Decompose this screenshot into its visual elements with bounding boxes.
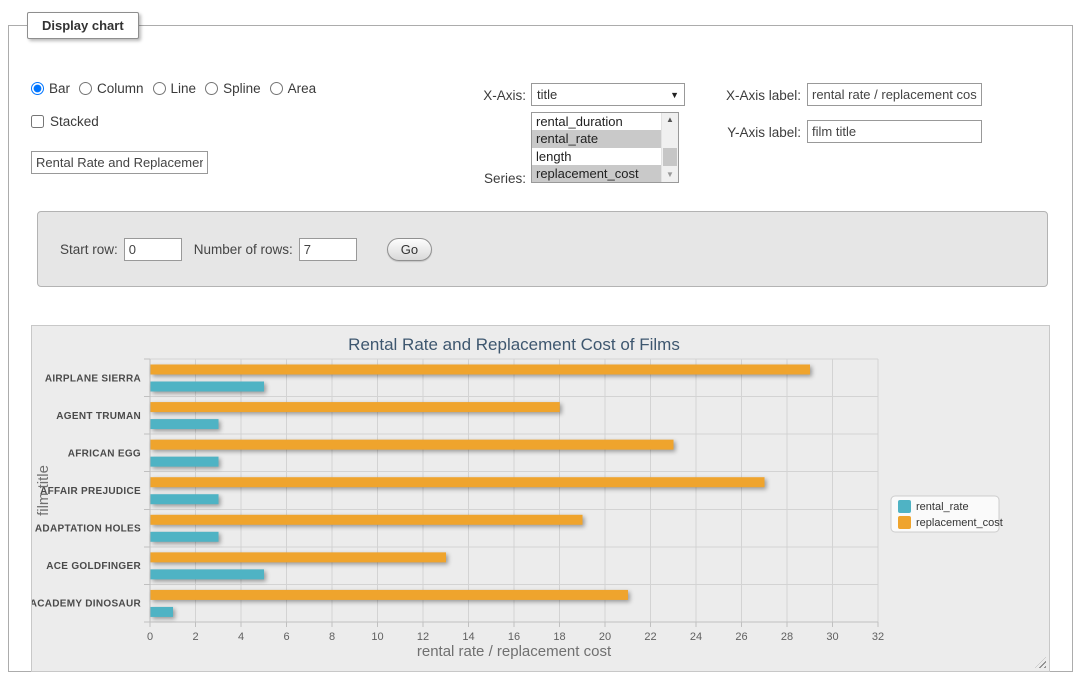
x-tick-label: 24 (690, 631, 702, 643)
bar-replacement_cost[interactable] (151, 552, 447, 562)
chart-type-radio-spline[interactable]: Spline (205, 81, 261, 96)
radio-input-column[interactable] (79, 82, 92, 95)
bar-replacement_cost[interactable] (151, 477, 765, 487)
stacked-row: Stacked (31, 114, 99, 129)
stacked-checkbox[interactable] (31, 115, 44, 128)
fieldset-legend: Display chart (27, 12, 139, 39)
series-option-rental_rate[interactable]: rental_rate (532, 130, 661, 147)
bar-replacement_cost[interactable] (151, 515, 583, 525)
radio-label: Bar (49, 81, 70, 96)
category-label: ACADEMY DINOSAUR (32, 599, 141, 610)
radio-input-line[interactable] (153, 82, 166, 95)
series-scrollbar[interactable]: ▲ ▼ (661, 113, 678, 182)
scroll-down-icon[interactable]: ▼ (662, 168, 678, 182)
start-row-input[interactable] (124, 238, 182, 261)
bar-rental_rate[interactable] (151, 532, 219, 542)
y-axis-label-label: Y-Axis label: (649, 125, 801, 140)
x-tick-label: 30 (826, 631, 838, 643)
bar-rental_rate[interactable] (151, 607, 174, 617)
x-tick-label: 8 (329, 631, 335, 643)
series-option-rental_duration[interactable]: rental_duration (532, 113, 661, 130)
x-tick-label: 20 (599, 631, 611, 643)
bar-rental_rate[interactable] (151, 494, 219, 504)
radio-input-area[interactable] (270, 82, 283, 95)
bar-replacement_cost[interactable] (151, 440, 674, 450)
x-tick-label: 4 (238, 631, 244, 643)
bar-rental_rate[interactable] (151, 457, 219, 467)
series-options-list: rental_durationrental_ratelengthreplacem… (532, 113, 661, 182)
category-label: AIRPLANE SIERRA (45, 373, 141, 384)
x-tick-label: 26 (735, 631, 747, 643)
scrollbar-thumb[interactable] (663, 148, 677, 166)
radio-input-bar[interactable] (31, 82, 44, 95)
num-rows-input[interactable] (299, 238, 357, 261)
chart-container: 02468101214161820222426283032AIRPLANE SI… (31, 325, 1050, 672)
bar-rental_rate[interactable] (151, 569, 265, 579)
legend-swatch (898, 516, 911, 529)
display-chart-fieldset: Display chart Bar Column Line Spline Area St… (8, 12, 1073, 672)
chart-type-radio-bar[interactable]: Bar (31, 81, 70, 96)
chart-type-radio-group: Bar Column Line Spline Area (31, 81, 325, 96)
stacked-label: Stacked (50, 114, 99, 129)
chart-type-radio-line[interactable]: Line (153, 81, 197, 96)
x-tick-label: 18 (553, 631, 565, 643)
legend-swatch (898, 500, 911, 513)
radio-label: Column (97, 81, 144, 96)
go-button[interactable]: Go (387, 238, 432, 261)
category-label: AGENT TRUMAN (56, 411, 141, 422)
chart-title: Rental Rate and Replacement Cost of Film… (348, 335, 680, 354)
x-tick-label: 12 (417, 631, 429, 643)
legend-label: replacement_cost (916, 517, 1003, 529)
x-tick-label: 22 (644, 631, 656, 643)
row-range-panel: Start row: Number of rows: Go (37, 211, 1048, 287)
series-multiselect[interactable]: rental_durationrental_ratelengthreplacem… (531, 112, 679, 183)
series-option-length[interactable]: length (532, 148, 661, 165)
x-tick-label: 2 (192, 631, 198, 643)
chart-type-radio-column[interactable]: Column (79, 81, 144, 96)
x-tick-label: 10 (371, 631, 383, 643)
category-label: AFRICAN EGG (68, 448, 141, 459)
x-tick-label: 16 (508, 631, 520, 643)
chart-title-input[interactable] (31, 151, 208, 174)
series-select-label: Series: (409, 171, 526, 186)
category-label: AFFAIR PREJUDICE (40, 486, 141, 497)
radio-label: Area (288, 81, 317, 96)
category-label: ADAPTATION HOLES (35, 524, 141, 535)
legend-label: rental_rate (916, 501, 969, 513)
x-tick-label: 6 (283, 631, 289, 643)
radio-label: Spline (223, 81, 261, 96)
x-axis-label-input[interactable] (807, 83, 982, 106)
bar-replacement_cost[interactable] (151, 590, 629, 600)
y-axis-label-input[interactable] (807, 120, 982, 143)
category-label: ACE GOLDFINGER (46, 561, 141, 572)
bar-rental_rate[interactable] (151, 419, 219, 429)
legend-item-rental_rate[interactable]: rental_rate (898, 500, 969, 513)
y-axis-title: film title (35, 465, 52, 516)
x-axis-label-label: X-Axis label: (649, 88, 801, 103)
x-tick-label: 0 (147, 631, 153, 643)
start-row-label: Start row: (60, 242, 118, 257)
bar-replacement_cost[interactable] (151, 402, 560, 412)
num-rows-label: Number of rows: (194, 242, 293, 257)
x-axis-title: rental rate / replacement cost (417, 643, 612, 660)
chart-type-radio-area[interactable]: Area (270, 81, 317, 96)
x-tick-label: 14 (462, 631, 474, 643)
radio-input-spline[interactable] (205, 82, 218, 95)
chart-legend: rental_rate replacement_cost (891, 496, 1003, 532)
chart-canvas: 02468101214161820222426283032AIRPLANE SI… (32, 326, 1049, 671)
series-option-replacement_cost[interactable]: replacement_cost (532, 165, 661, 182)
radio-label: Line (171, 81, 197, 96)
bar-replacement_cost[interactable] (151, 365, 811, 375)
x-axis-select-label: X-Axis: (409, 88, 526, 103)
x-tick-label: 32 (872, 631, 884, 643)
x-tick-label: 28 (781, 631, 793, 643)
bar-rental_rate[interactable] (151, 382, 265, 392)
